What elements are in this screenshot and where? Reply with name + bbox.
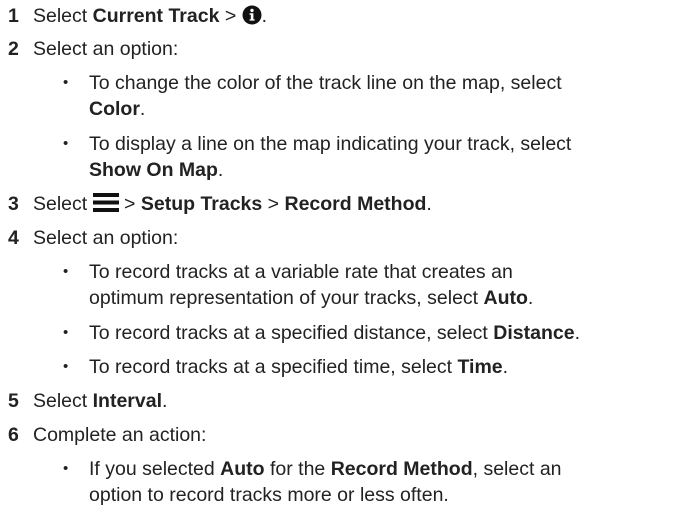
step-text: Complete an action: (33, 424, 207, 446)
step-text: Select > Setup Tracks > Record Method. (33, 191, 432, 219)
bullet-dot: • (63, 324, 69, 341)
bullet-text-line: To record tracks at a variable rate that… (89, 261, 513, 283)
step-text: Select Interval. (33, 390, 168, 412)
step-number: 5 (8, 390, 19, 412)
step-number: 6 (8, 424, 19, 446)
bullet-dot: • (63, 460, 69, 477)
bullet-dot: • (63, 74, 69, 91)
step-number: 2 (8, 38, 19, 60)
step-text: Select Current Track > . (33, 3, 267, 32)
step-number: 4 (8, 227, 19, 249)
step-text: Select an option: (33, 38, 179, 60)
bullet-text-line: Show On Map. (89, 159, 224, 181)
bullet-text-line: option to record tracks more or less oft… (89, 484, 449, 506)
bullet-dot: • (63, 135, 69, 152)
bullet-text-line: To change the color of the track line on… (89, 72, 562, 94)
bullet-dot: • (63, 358, 69, 375)
bullet-text-line: To record tracks at a specified distance… (89, 322, 580, 344)
bullet-text-line: To display a line on the map indicating … (89, 133, 572, 155)
info-icon (242, 5, 262, 32)
bullet-text-line: If you selected Auto for the Record Meth… (89, 458, 562, 480)
bullet-text-line: optimum representation of your tracks, s… (89, 287, 534, 309)
bullet-text-line: To record tracks at a specified time, se… (89, 356, 509, 378)
step-number: 1 (8, 5, 19, 27)
menu-icon (92, 193, 119, 219)
step-number: 3 (8, 193, 19, 215)
bullet-text-line: Color. (89, 98, 146, 120)
bullet-dot: • (63, 263, 69, 280)
step-text: Select an option: (33, 227, 179, 249)
